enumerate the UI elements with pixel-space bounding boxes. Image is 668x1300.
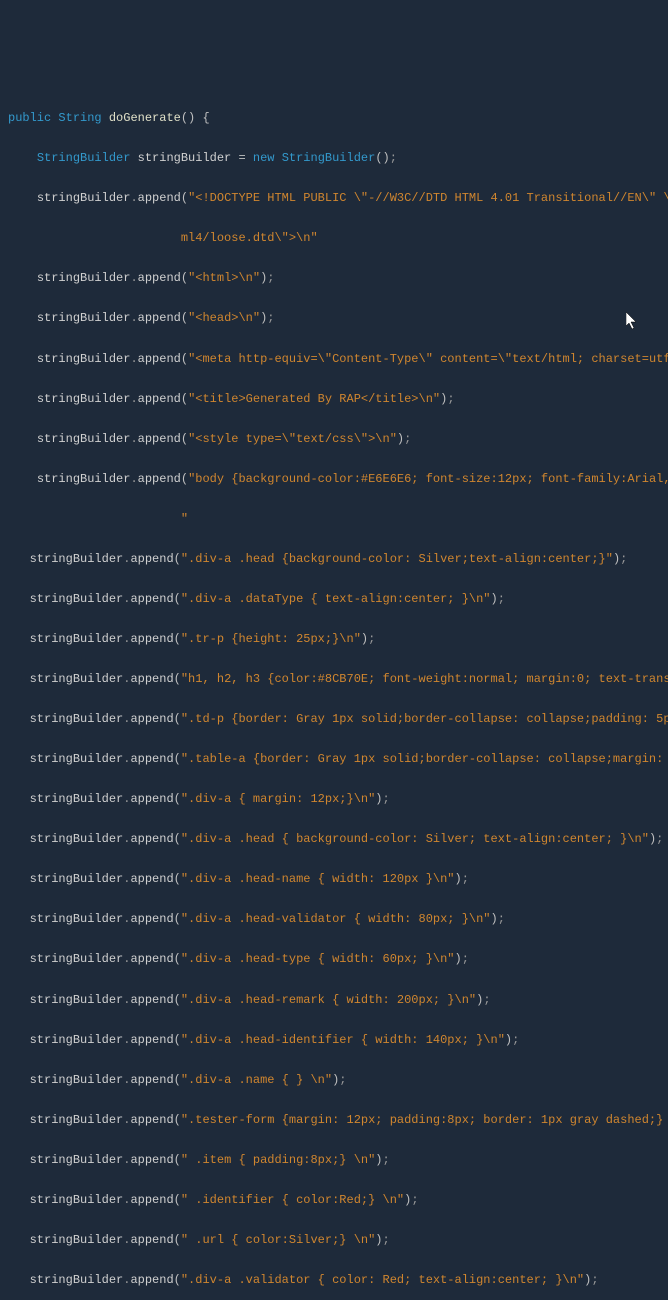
- type-stringbuilder: StringBuilder: [37, 151, 131, 165]
- code-line: public String doGenerate() {: [8, 108, 660, 128]
- string-literal: ml4/loose.dtd\">\n": [181, 231, 318, 245]
- string-literal: "body {background-color:#E6E6E6; font-si…: [188, 472, 668, 486]
- code-line: StringBuilder stringBuilder = new String…: [8, 148, 660, 168]
- string-literal: ".div-a .head { background-color: Silver…: [181, 832, 649, 846]
- string-literal: "<meta http-equiv=\"Content-Type\" conte…: [188, 352, 668, 366]
- code-line: stringBuilder.append(" .identifier { col…: [8, 1190, 660, 1210]
- code-line: stringBuilder.append(".div-a .head-valid…: [8, 909, 660, 929]
- string-literal: "<!DOCTYPE HTML PUBLIC \"-//W3C//DTD HTM…: [188, 191, 668, 205]
- string-literal: ".div-a { margin: 12px;}\n": [181, 792, 375, 806]
- string-literal: ".tester-form {margin: 12px; padding:8px…: [181, 1113, 668, 1127]
- string-literal: ".div-a .head {background-color: Silver;…: [181, 552, 613, 566]
- code-line: stringBuilder.append(".div-a .head-remar…: [8, 990, 660, 1010]
- string-literal: ".div-a .head-type { width: 60px; }\n": [181, 952, 455, 966]
- string-literal: " .identifier { color:Red;} \n": [181, 1193, 404, 1207]
- string-literal: ".td-p {border: Gray 1px solid;border-co…: [181, 712, 668, 726]
- code-editor[interactable]: public String doGenerate() { StringBuild…: [8, 88, 660, 1300]
- code-line: stringBuilder.append(".div-a .head-name …: [8, 869, 660, 889]
- string-literal: ".tr-p {height: 25px;}\n": [181, 632, 361, 646]
- string-literal: ".div-a .head-remark { width: 200px; }\n…: [181, 993, 476, 1007]
- keyword-public: public: [8, 111, 51, 125]
- code-line: stringBuilder.append("<html>\n");: [8, 268, 660, 288]
- code-line: stringBuilder.append(".tester-form {marg…: [8, 1110, 660, 1130]
- string-literal: ": [181, 512, 188, 526]
- method-name: doGenerate: [109, 111, 181, 125]
- string-literal: "<title>Generated By RAP</title>\n": [188, 392, 440, 406]
- code-line: stringBuilder.append(" .item { padding:8…: [8, 1150, 660, 1170]
- code-line: stringBuilder.append("<head>\n");: [8, 308, 660, 328]
- code-line: stringBuilder.append("<meta http-equiv=\…: [8, 349, 660, 369]
- code-line: stringBuilder.append(" .url { color:Silv…: [8, 1230, 660, 1250]
- code-line: stringBuilder.append(".div-a .validator …: [8, 1270, 660, 1290]
- code-line: stringBuilder.append("<!DOCTYPE HTML PUB…: [8, 188, 660, 208]
- code-line: stringBuilder.append("body {background-c…: [8, 469, 660, 489]
- string-literal: ".table-a {border: Gray 1px solid;border…: [181, 752, 668, 766]
- code-line: ml4/loose.dtd\">\n": [8, 228, 660, 248]
- string-literal: "<html>\n": [188, 271, 260, 285]
- string-literal: ".div-a .head-validator { width: 80px; }…: [181, 912, 491, 926]
- code-line: stringBuilder.append(".div-a .name { } \…: [8, 1070, 660, 1090]
- code-line: stringBuilder.append(".div-a .head {back…: [8, 549, 660, 569]
- code-line: stringBuilder.append("<style type=\"text…: [8, 429, 660, 449]
- code-line: stringBuilder.append(".div-a .head { bac…: [8, 829, 660, 849]
- code-line: stringBuilder.append(".div-a .dataType {…: [8, 589, 660, 609]
- code-line: stringBuilder.append(".tr-p {height: 25p…: [8, 629, 660, 649]
- string-literal: "<style type=\"text/css\">\n": [188, 432, 397, 446]
- string-literal: " .url { color:Silver;} \n": [181, 1233, 375, 1247]
- code-line: ": [8, 509, 660, 529]
- string-literal: ".div-a .head-name { width: 120px }\n": [181, 872, 455, 886]
- code-line: stringBuilder.append(".table-a {border: …: [8, 749, 660, 769]
- code-line: stringBuilder.append(".div-a { margin: 1…: [8, 789, 660, 809]
- type-string: String: [58, 111, 101, 125]
- string-literal: "<head>\n": [188, 311, 260, 325]
- string-literal: " .item { padding:8px;} \n": [181, 1153, 375, 1167]
- code-line: stringBuilder.append("h1, h2, h3 {color:…: [8, 669, 660, 689]
- string-literal: ".div-a .name { } \n": [181, 1073, 332, 1087]
- code-line: stringBuilder.append(".div-a .head-type …: [8, 949, 660, 969]
- string-literal: "h1, h2, h3 {color:#8CB70E; font-weight:…: [181, 672, 668, 686]
- code-line: stringBuilder.append(".div-a .head-ident…: [8, 1030, 660, 1050]
- code-line: stringBuilder.append("<title>Generated B…: [8, 389, 660, 409]
- string-literal: ".div-a .validator { color: Red; text-al…: [181, 1273, 584, 1287]
- string-literal: ".div-a .head-identifier { width: 140px;…: [181, 1033, 505, 1047]
- string-literal: ".div-a .dataType { text-align:center; }…: [181, 592, 491, 606]
- keyword-new: new: [253, 151, 275, 165]
- code-line: stringBuilder.append(".td-p {border: Gra…: [8, 709, 660, 729]
